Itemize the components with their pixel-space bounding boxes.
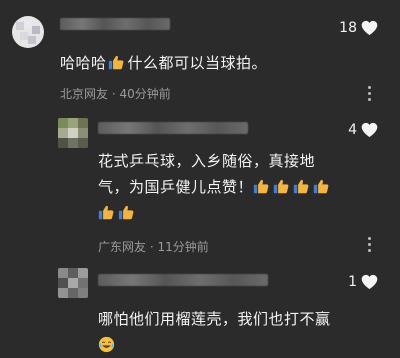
like-count: 18 [339, 20, 357, 36]
like-button[interactable]: 4 [348, 122, 378, 138]
more-icon[interactable] [368, 86, 372, 101]
thumbs-up-icon [98, 204, 115, 221]
heart-icon [361, 122, 378, 138]
comment-1: 18 哈哈哈 什么都可以当球拍。 北京网友 · 40分钟前 [0, 0, 400, 108]
thumbs-up-icon [108, 54, 125, 71]
avatar[interactable] [12, 16, 44, 48]
comment-text: 哈哈哈 什么都可以当球拍。 [60, 50, 267, 76]
comment-text-after: 什么都可以当球拍。 [127, 54, 268, 72]
comment-line-2: 气，为国乒健儿点赞！ [98, 174, 378, 200]
like-button[interactable]: 18 [339, 20, 378, 36]
comment-2: 4 花式乒乓球，入乡随俗，真接地 气，为国乒健儿点赞！ 广东网友 · 11分钟前 [0, 108, 400, 260]
like-button[interactable]: 1 [348, 274, 378, 290]
username[interactable] [98, 122, 248, 134]
comment-3: 1 哪怕他们用榴莲壳，我们也打不赢 [0, 260, 400, 354]
comment-line-2-text: 气，为国乒健儿点赞！ [98, 178, 254, 196]
comment-meta: 北京网友 · 40分钟前 [60, 87, 171, 101]
thumbs-up-icon [313, 178, 330, 195]
comment-line-1: 花式乒乓球，入乡随俗，真接地 [98, 152, 316, 170]
thumbs-up-icon [293, 178, 310, 195]
comment-line-1: 哪怕他们用榴莲壳，我们也打不赢 [98, 310, 331, 328]
more-icon[interactable] [368, 237, 372, 252]
username[interactable] [98, 274, 268, 286]
avatar[interactable] [58, 118, 88, 148]
comment-text-before: 哈哈哈 [60, 54, 107, 72]
username[interactable] [60, 18, 170, 30]
like-count: 1 [348, 274, 357, 290]
comment-text: 花式乒乓球，入乡随俗，真接地 气，为国乒健儿点赞！ [98, 148, 378, 226]
laughing-emoji-icon [98, 336, 115, 353]
like-count: 4 [348, 122, 357, 138]
comment-line-2 [98, 332, 388, 358]
avatar[interactable] [58, 268, 88, 298]
comment-line-3 [98, 200, 378, 226]
comment-meta: 广东网友 · 11分钟前 [98, 240, 209, 254]
thumbs-up-icon [273, 178, 290, 195]
thumbs-up-icon [118, 204, 135, 221]
thumbs-up-icon [253, 178, 270, 195]
heart-icon [361, 274, 378, 290]
heart-icon [361, 20, 378, 36]
comment-text: 哪怕他们用榴莲壳，我们也打不赢 [98, 306, 388, 358]
